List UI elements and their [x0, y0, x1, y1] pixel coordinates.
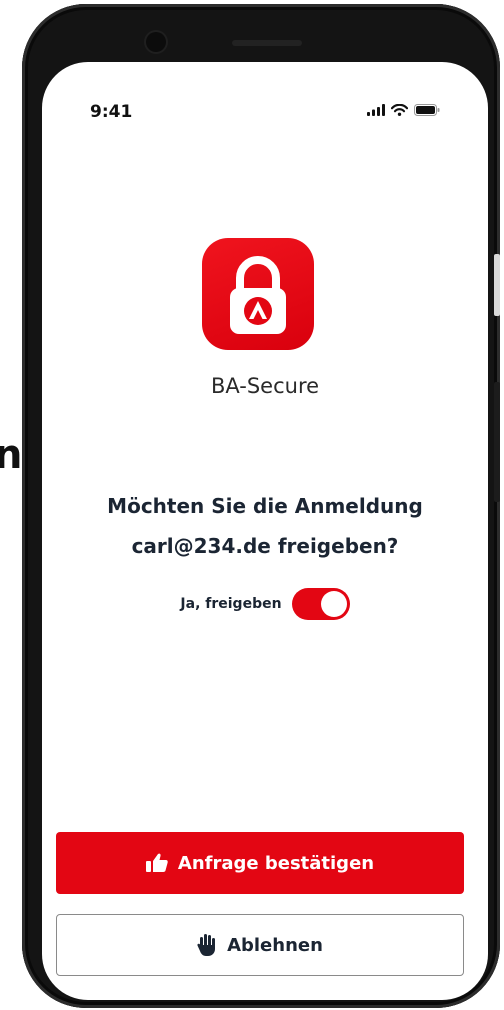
battery-icon [414, 104, 440, 116]
approve-toggle-row: Ja, freigeben [42, 588, 488, 620]
reject-button-label: Ablehnen [227, 934, 323, 956]
status-bar: 9:41 [42, 62, 488, 152]
confirm-request-button[interactable]: Anfrage bestätigen [56, 832, 464, 894]
confirm-button-label: Anfrage bestätigen [177, 852, 375, 874]
status-time: 9:41 [90, 102, 133, 122]
volume-button [494, 254, 500, 316]
reject-button[interactable]: Ablehnen [56, 914, 464, 976]
power-button [494, 382, 500, 502]
phone-screen: 9:41 BA-Secure Möchten Sie die Anmeldung… [42, 62, 488, 1000]
earpiece-speaker [232, 40, 302, 46]
stop-hand-icon [197, 934, 217, 956]
approve-toggle-switch[interactable] [291, 588, 350, 620]
cellular-signal-icon [367, 104, 385, 116]
approval-question: Möchten Sie die Anmeldung carl@234.de fr… [42, 486, 488, 566]
thumbs-up-icon [145, 853, 168, 873]
wifi-icon [391, 104, 408, 116]
phone-frame: 9:41 BA-Secure Möchten Sie die Anmeldung… [22, 4, 500, 1008]
app-name: BA-Secure [210, 374, 320, 398]
toggle-knob [320, 591, 347, 617]
question-line-2: carl@234.de freigeben? [131, 534, 399, 558]
front-camera [146, 32, 166, 52]
padlock-app-icon [202, 238, 314, 350]
toggle-label: Ja, freigeben [180, 596, 282, 612]
status-icons [367, 104, 440, 116]
question-line-1: Möchten Sie die Anmeldung [107, 494, 423, 518]
